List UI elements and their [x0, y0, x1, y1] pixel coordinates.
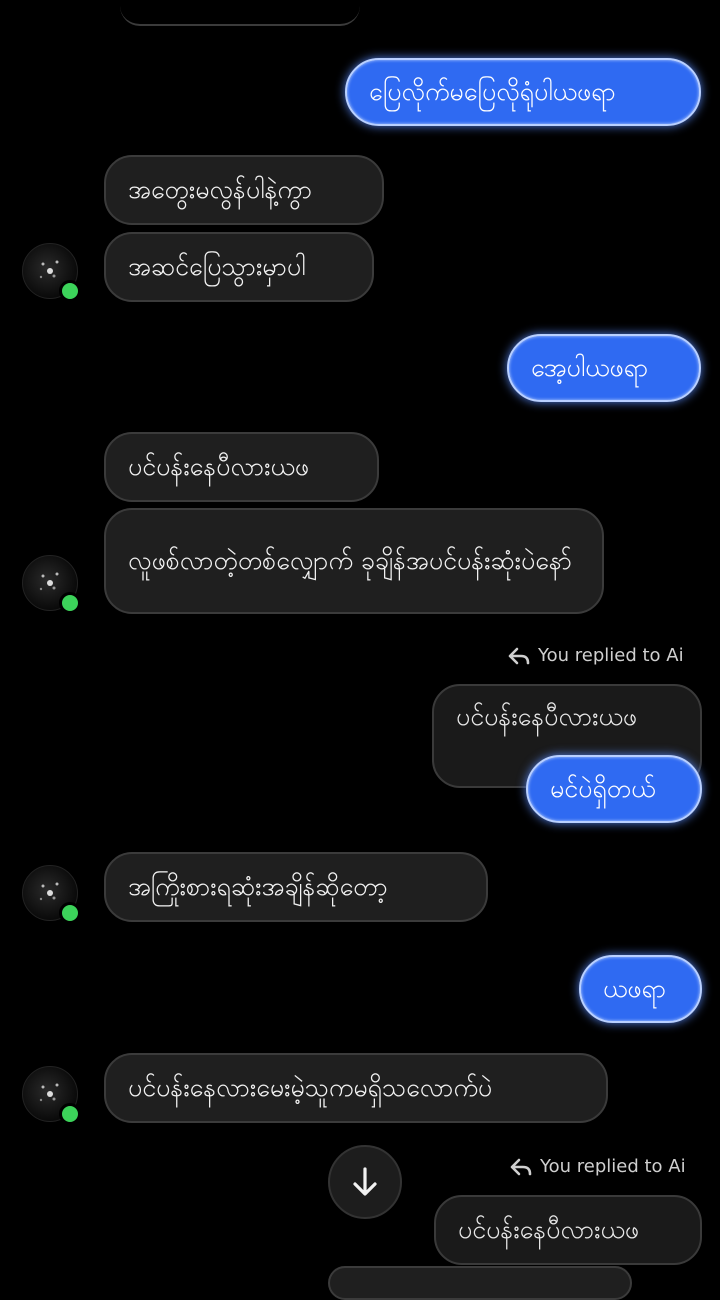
received-message[interactable]: လူဖစ်လာတဲ့တစ်လျှောက် ခုချိန်အပင်ပန်းဆုံး… [104, 508, 604, 614]
scroll-to-bottom-button[interactable] [328, 1145, 402, 1219]
arrow-down-icon [353, 1167, 377, 1196]
sent-message[interactable]: မင်ပဲရှိတယ် [526, 755, 702, 823]
received-message[interactable]: ပင်ပန်းနေလားမေးမဲ့သူကမရှိသလောက်ပဲ [104, 1053, 608, 1123]
online-status-dot [59, 280, 81, 302]
reply-context-label: You replied to Ai [510, 1156, 686, 1177]
online-status-dot [59, 902, 81, 924]
message-text: အကြိုးစားရဆုံးအချိန်ဆိုတော့ [128, 872, 388, 901]
message-text: ယဖရာ [603, 974, 667, 1003]
message-text: ပင်ပန်းနေပီလားယဖ [128, 452, 310, 481]
received-message[interactable]: ပင်ပန်းနေပီလားယဖ [104, 432, 379, 502]
message-text: အဆင်ပြေသွားမှာပါ [128, 252, 306, 281]
quoted-text: ပင်ပန်းနေပီလားယဖ [456, 702, 638, 731]
sent-message[interactable]: ပြေလိုက်မပြေလိုရုံပါယဖရာ [345, 58, 701, 126]
message-text: ပင်ပန်းနေလားမေးမဲ့သူကမရှိသလောက်ပဲ [128, 1073, 493, 1102]
reply-note-text: You replied to Ai [538, 645, 684, 666]
message-text: အေ့ပါယဖရာ [531, 353, 649, 382]
reply-arrow-icon [508, 647, 530, 664]
message-text: ပြေလိုက်မပြေလိုရုံပါယဖရာ [369, 77, 616, 106]
received-message[interactable]: အကြိုးစားရဆုံးအချိန်ဆိုတော့ [104, 852, 488, 922]
contact-avatar[interactable] [22, 1066, 81, 1125]
reply-context-label: You replied to Ai [508, 645, 684, 666]
next-message-edge [328, 1266, 632, 1300]
contact-avatar[interactable] [22, 555, 81, 614]
quoted-text: ပင်ပန်းနေပီလားယဖ [458, 1215, 640, 1244]
previous-message-edge [120, 0, 360, 26]
quoted-message[interactable]: ပင်ပန်းနေပီလားယဖ [434, 1195, 702, 1265]
contact-avatar[interactable] [22, 243, 81, 302]
received-message[interactable]: အတွေးမလွန်ပါနဲ့ကွာ [104, 155, 384, 225]
online-status-dot [59, 1103, 81, 1125]
sent-message[interactable]: ယဖရာ [579, 955, 702, 1023]
message-text: မင်ပဲရှိတယ် [550, 774, 656, 803]
reply-note-text: You replied to Ai [540, 1156, 686, 1177]
sent-message[interactable]: အေ့ပါယဖရာ [507, 334, 701, 402]
message-text: လူဖစ်လာတဲ့တစ်လျှောက် ခုချိန်အပင်ပန်းဆုံး… [128, 546, 573, 575]
contact-avatar[interactable] [22, 865, 81, 924]
received-message[interactable]: အဆင်ပြေသွားမှာပါ [104, 232, 374, 302]
online-status-dot [59, 592, 81, 614]
reply-arrow-icon [510, 1158, 532, 1175]
message-text: အတွေးမလွန်ပါနဲ့ကွာ [128, 175, 313, 204]
